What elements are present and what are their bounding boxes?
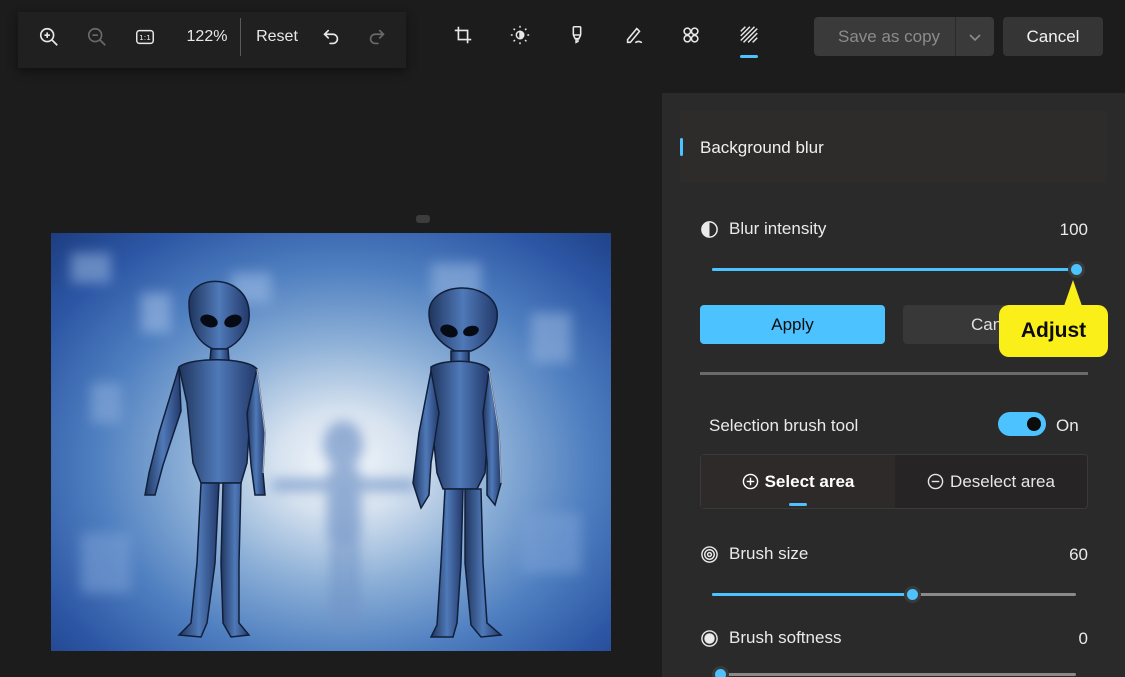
actual-size-button[interactable]: 1:1 — [132, 12, 158, 62]
blur-intensity-row: Blur intensity — [700, 219, 826, 239]
zoom-toolbar: 1:1 122% Reset — [18, 12, 406, 68]
marker-icon — [572, 25, 582, 44]
tab-draw[interactable] — [614, 12, 654, 62]
brush-softness-value: 0 — [1078, 629, 1088, 648]
contrast-icon — [701, 220, 718, 238]
brush-softness-icon — [701, 629, 718, 647]
zoom-out-icon — [87, 27, 106, 46]
brush-size-label: Brush size — [729, 544, 809, 563]
brush-softness-row: Brush softness — [700, 628, 841, 648]
tab-background[interactable] — [729, 12, 769, 62]
deselect-area-label: Deselect area — [950, 471, 1055, 491]
tab-adjust[interactable] — [500, 12, 540, 62]
canvas-speck — [416, 215, 430, 223]
adjust-callout: Adjust — [999, 305, 1108, 357]
chevron-down-icon — [969, 33, 981, 41]
plus-circle-icon — [742, 473, 758, 490]
brush-softness-label: Brush softness — [729, 628, 842, 647]
blur-intensity-fill — [712, 268, 1076, 271]
photo-editor-window: 1:1 122% Reset Save as copy Cancel Backg… — [0, 0, 1125, 677]
alien-photo-image — [71, 253, 581, 638]
tab-markup[interactable] — [557, 12, 597, 62]
selection-brush-toggle[interactable] — [998, 412, 1046, 436]
apply-button[interactable]: Apply — [700, 305, 885, 344]
selection-brush-label: Selection brush tool — [709, 416, 859, 435]
brush-size-slider[interactable] — [712, 586, 1076, 603]
background-icon — [740, 26, 758, 43]
blur-intensity-thumb[interactable] — [1068, 261, 1085, 278]
reset-button[interactable]: Reset — [252, 12, 302, 62]
blur-intensity-value: 100 — [1059, 220, 1088, 239]
svg-text:1:1: 1:1 — [139, 33, 151, 42]
callout-pointer — [1064, 280, 1082, 306]
save-as-copy-button[interactable]: Save as copy — [814, 17, 994, 56]
zoom-out-button[interactable] — [84, 12, 110, 62]
undo-icon — [323, 29, 339, 45]
active-tab-indicator — [740, 55, 758, 58]
brush-size-fill — [712, 593, 913, 596]
tab-crop[interactable] — [443, 12, 483, 62]
section-title: Background blur — [700, 138, 824, 157]
undo-button[interactable] — [318, 12, 344, 62]
brightness-icon — [510, 25, 530, 45]
brush-softness-thumb[interactable] — [712, 666, 729, 677]
blur-intensity-label: Blur intensity — [729, 219, 827, 238]
zoom-in-button[interactable] — [36, 12, 62, 62]
toolbar-divider — [240, 18, 241, 56]
section-accent-bar — [680, 138, 683, 156]
selection-mode-segmented: Select area Deselect area — [700, 454, 1088, 509]
pen-icon — [626, 27, 643, 44]
brush-size-row: Brush size — [700, 544, 808, 564]
filter-icon — [683, 27, 699, 43]
select-area-indicator — [789, 503, 807, 506]
save-as-copy-label: Save as copy — [838, 26, 941, 46]
photo-canvas[interactable] — [51, 233, 611, 651]
tab-filters[interactable] — [671, 12, 711, 62]
redo-button[interactable] — [364, 12, 390, 62]
select-area-label: Select area — [764, 471, 855, 491]
panel-divider — [700, 372, 1088, 375]
minus-circle-icon — [927, 473, 944, 490]
actual-size-icon: 1:1 — [136, 29, 154, 45]
brush-size-icon — [701, 545, 718, 563]
redo-icon — [369, 29, 385, 45]
brush-softness-slider[interactable] — [712, 666, 1076, 677]
brush-size-value: 60 — [1069, 545, 1088, 564]
select-area-button[interactable]: Select area — [701, 455, 895, 508]
toggle-knob — [1027, 417, 1041, 431]
selection-brush-state: On — [1056, 416, 1079, 435]
zoom-in-icon — [39, 27, 58, 46]
zoom-level: 122% — [186, 28, 228, 45]
save-options-dropdown[interactable] — [956, 30, 994, 44]
cancel-edit-button[interactable]: Cancel — [1003, 17, 1103, 56]
crop-icon — [454, 26, 472, 44]
deselect-area-button[interactable]: Deselect area — [895, 455, 1087, 508]
blur-intensity-slider[interactable] — [712, 261, 1085, 278]
